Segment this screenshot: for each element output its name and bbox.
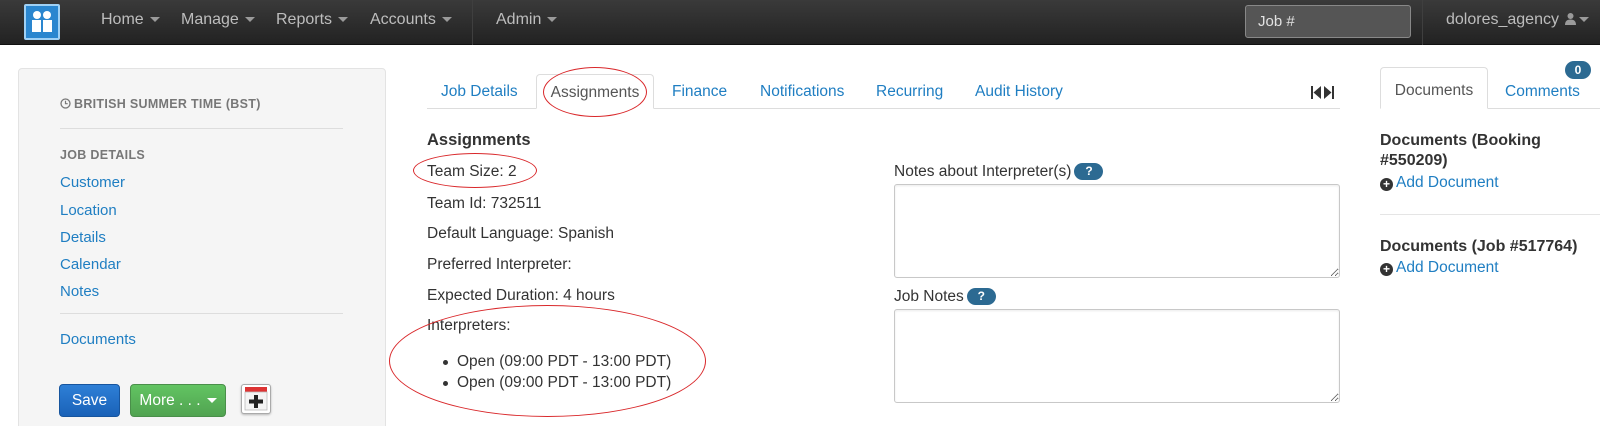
preferred-interpreter-value: Preferred Interpreter:: [427, 256, 572, 273]
add-document-label: Add Document: [1396, 174, 1499, 191]
timezone-label: BRITISH SUMMER TIME (BST): [60, 97, 261, 111]
help-icon[interactable]: ?: [966, 288, 996, 306]
nav-accounts-label: Accounts: [370, 11, 436, 28]
default-language-value: Default Language: Spanish: [427, 225, 615, 242]
user-icon: [1564, 13, 1576, 25]
sidebar-link-calendar[interactable]: Calendar: [60, 256, 121, 273]
nav-divider: [1422, 0, 1423, 45]
right-panel-divider: [1380, 214, 1600, 215]
people-logo-icon: [32, 11, 52, 34]
booking-documents-heading: Documents (Booking #550209): [1380, 132, 1541, 169]
sidebar-link-customer[interactable]: Customer: [60, 174, 125, 191]
username-label: dolores_agency: [1446, 11, 1559, 28]
annotation-oval-interpreters: [389, 305, 706, 417]
chevron-down-icon: [441, 17, 452, 23]
add-to-calendar-button[interactable]: [241, 384, 271, 414]
job-number-search-input[interactable]: [1245, 5, 1411, 38]
add-booking-document-link[interactable]: + Add Document: [1380, 174, 1499, 192]
chevron-down-icon: [149, 17, 160, 23]
job-details-heading: JOB DETAILS: [60, 148, 146, 162]
nav-home-label: Home: [101, 11, 144, 28]
tab-notifications[interactable]: Notifications: [760, 74, 844, 109]
nav-reports[interactable]: Reports: [276, 0, 349, 45]
tab-audit-history[interactable]: Audit History: [975, 74, 1063, 109]
app-logo[interactable]: [24, 4, 60, 40]
save-button[interactable]: Save: [59, 384, 120, 417]
job-sidebar: [18, 68, 386, 426]
chevron-down-icon: [1578, 17, 1589, 23]
nav-reports-label: Reports: [276, 11, 333, 28]
nav-home[interactable]: Home: [101, 0, 160, 45]
tab-comments[interactable]: Comments: [1505, 74, 1580, 109]
tab-recurring[interactable]: Recurring: [876, 74, 943, 109]
first-last-nav-icon[interactable]: [1311, 86, 1335, 99]
interpreter-notes-textarea[interactable]: [894, 184, 1340, 278]
tab-documents[interactable]: Documents: [1380, 67, 1488, 109]
add-document-label: Add Document: [1396, 259, 1499, 276]
sidebar-divider: [60, 313, 343, 314]
user-menu[interactable]: dolores_agency: [1446, 0, 1589, 45]
team-id-value: Team Id: 732511: [427, 195, 542, 212]
job-notes-textarea[interactable]: [894, 309, 1340, 403]
sidebar-divider: [60, 128, 343, 129]
plus-circle-icon: +: [1380, 178, 1393, 191]
sidebar-link-location[interactable]: Location: [60, 202, 117, 219]
nav-admin-label: Admin: [496, 11, 542, 28]
tab-job-details[interactable]: Job Details: [441, 74, 518, 109]
job-notes-label: Job Notes?: [894, 288, 996, 306]
timezone-text: BRITISH SUMMER TIME (BST): [74, 97, 261, 111]
sidebar-link-documents[interactable]: Documents: [60, 331, 136, 348]
nav-manage-label: Manage: [181, 11, 239, 28]
sidebar-link-details[interactable]: Details: [60, 229, 106, 246]
sidebar-link-notes[interactable]: Notes: [60, 283, 99, 300]
notes-about-interpreters-label: Notes about Interpreter(s)?: [894, 163, 1104, 181]
clock-icon: [60, 98, 71, 109]
job-documents-heading: Documents (Job #517764): [1380, 238, 1578, 255]
chevron-down-icon: [338, 17, 349, 23]
notes-about-interpreters-text: Notes about Interpreter(s): [894, 163, 1072, 180]
chevron-down-icon: [244, 17, 255, 23]
chevron-down-icon: [206, 398, 217, 404]
top-navbar: Home Manage Reports Accounts Admin dolor…: [0, 0, 1600, 45]
nav-accounts[interactable]: Accounts: [370, 0, 452, 45]
annotation-oval-team-size: [413, 153, 537, 188]
more-actions-label: More . . .: [139, 392, 201, 409]
nav-admin[interactable]: Admin: [496, 0, 558, 45]
tab-finance[interactable]: Finance: [672, 74, 727, 109]
comments-count-badge: 0: [1565, 61, 1591, 79]
help-icon[interactable]: ?: [1074, 163, 1104, 181]
assignments-heading: Assignments: [427, 131, 531, 149]
expected-duration-value: Expected Duration: 4 hours: [427, 287, 615, 304]
add-job-document-link[interactable]: + Add Document: [1380, 259, 1499, 277]
chevron-down-icon: [547, 17, 558, 23]
annotation-oval-assignments-tab: [543, 67, 647, 117]
nav-divider: [472, 0, 473, 45]
nav-manage[interactable]: Manage: [181, 0, 255, 45]
job-notes-text: Job Notes: [894, 288, 964, 305]
calendar-add-icon: [244, 387, 268, 411]
plus-circle-icon: +: [1380, 263, 1393, 276]
more-actions-button[interactable]: More . . .: [130, 384, 226, 417]
